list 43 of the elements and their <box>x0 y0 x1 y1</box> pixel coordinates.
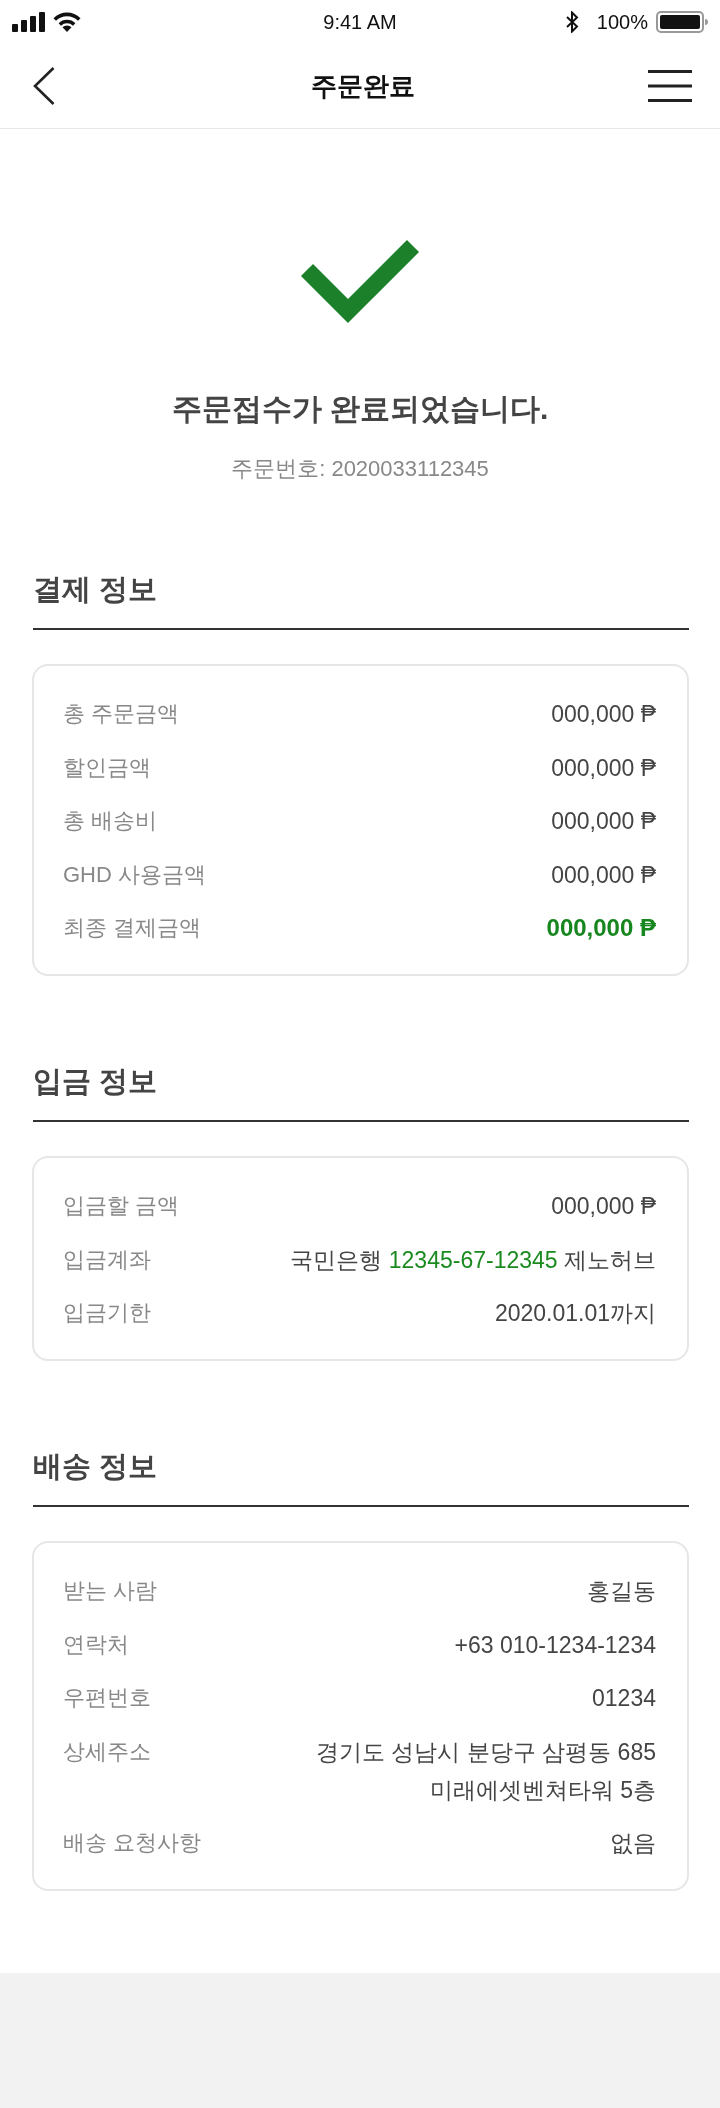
wifi-icon <box>53 12 81 32</box>
row-label: 상세주소 <box>63 1737 151 1766</box>
row-label: 입금기한 <box>63 1299 151 1327</box>
row-value: +63 010-1234-1234 <box>454 1630 656 1660</box>
row-label: 최종 결제금액 <box>63 914 202 942</box>
signal-icon <box>12 12 45 32</box>
page-title: 주문완료 <box>310 70 415 103</box>
section-heading: 입금 정보 <box>33 1064 158 1099</box>
row-label: 총 배송비 <box>63 807 158 835</box>
row-value: 2020.01.01까지 <box>494 1299 656 1328</box>
row-value: 000,000 ₱ <box>546 913 656 943</box>
row-value: 01234 <box>592 1684 656 1713</box>
menu-button[interactable] <box>648 70 692 102</box>
row-label: 입금할 금액 <box>63 1192 180 1220</box>
row-value: 000,000 ₱ <box>551 807 656 836</box>
battery-icon <box>656 11 708 33</box>
completion-message: 주문접수가 완료되었습니다. <box>171 391 549 427</box>
menu-icon <box>648 70 692 102</box>
row-label: GHD 사용금액 <box>63 860 206 889</box>
bluetooth-icon <box>565 11 579 33</box>
address-value: 경기도 성남시 분당구 삼평동 685 미래에셋벤쳐타워 5층 <box>316 1737 656 1805</box>
row-label: 총 주문금액 <box>63 700 180 728</box>
row-label: 할인금액 <box>63 753 151 782</box>
row-value: 홍길동 <box>587 1577 656 1606</box>
row-value: 000,000 ₱ <box>551 700 656 729</box>
chevron-left-icon <box>33 67 55 105</box>
row-label: 받는 사람 <box>63 1577 158 1605</box>
row-label: 우편번호 <box>63 1684 151 1712</box>
account-value: 국민은행 12345-67-12345 제노허브 <box>290 1245 656 1275</box>
checkmark-icon <box>299 238 421 325</box>
row-value: 000,000 ₱ <box>551 860 656 890</box>
back-button[interactable] <box>33 67 55 105</box>
row-value: 없음 <box>610 1829 656 1858</box>
row-label: 연락처 <box>63 1630 129 1659</box>
section-heading: 배송 정보 <box>33 1449 158 1484</box>
battery-percent: 100% <box>596 10 648 34</box>
row-label: 입금계좌 <box>63 1245 151 1274</box>
row-label: 배송 요청사항 <box>63 1829 202 1857</box>
order-number: 주문번호: 2020033112345 <box>231 455 489 483</box>
row-value: 000,000 ₱ <box>551 1192 656 1221</box>
section-heading: 결제 정보 <box>33 572 158 607</box>
status-time: 9:41 AM <box>323 10 397 34</box>
row-value: 000,000 ₱ <box>551 753 656 783</box>
